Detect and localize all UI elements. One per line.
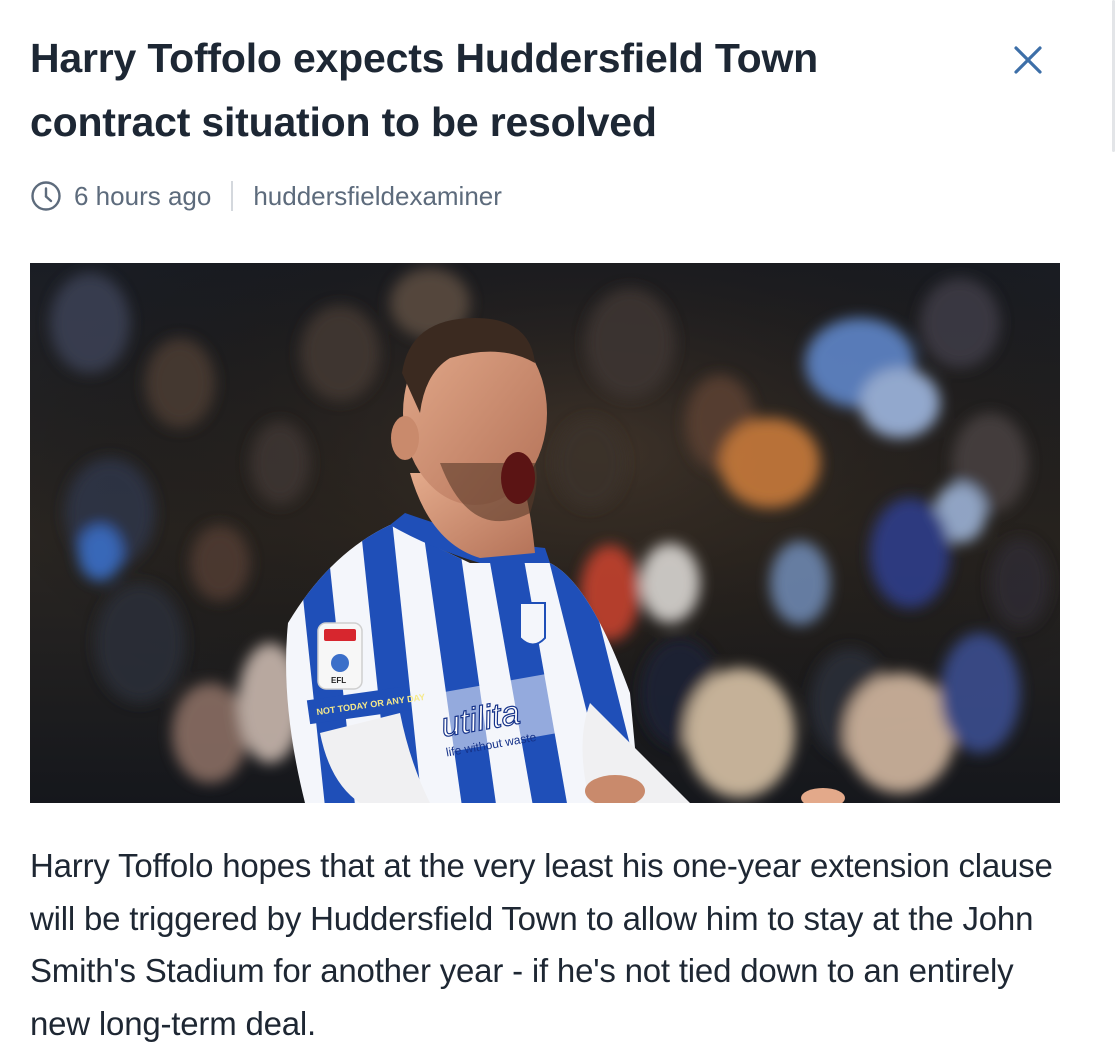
meta-divider bbox=[231, 181, 234, 211]
article-title: Harry Toffolo expects Huddersfield Town … bbox=[30, 35, 818, 145]
hero-photo: NOT TODAY OR ANY DAY EFL utilita life wi… bbox=[30, 263, 1060, 803]
close-icon bbox=[1014, 46, 1042, 74]
article-body: Harry Toffolo hopes that at the very lea… bbox=[30, 847, 1053, 1042]
close-button[interactable] bbox=[1008, 40, 1048, 80]
scrollbar-thumb[interactable] bbox=[1112, 0, 1115, 152]
clock-icon bbox=[31, 181, 61, 211]
efl-badge: EFL bbox=[317, 622, 363, 690]
time-ago: 6 hours ago bbox=[74, 180, 212, 211]
article-meta: 6 hours ago huddersfieldexaminer bbox=[30, 177, 502, 215]
scrollbar[interactable] bbox=[1110, 0, 1116, 1050]
source-link[interactable]: huddersfieldexaminer bbox=[253, 181, 502, 212]
hero-image: NOT TODAY OR ANY DAY EFL utilita life wi… bbox=[30, 263, 1060, 803]
article-header: Harry Toffolo expects Huddersfield Town … bbox=[30, 26, 1060, 156]
svg-text:EFL: EFL bbox=[331, 676, 346, 685]
